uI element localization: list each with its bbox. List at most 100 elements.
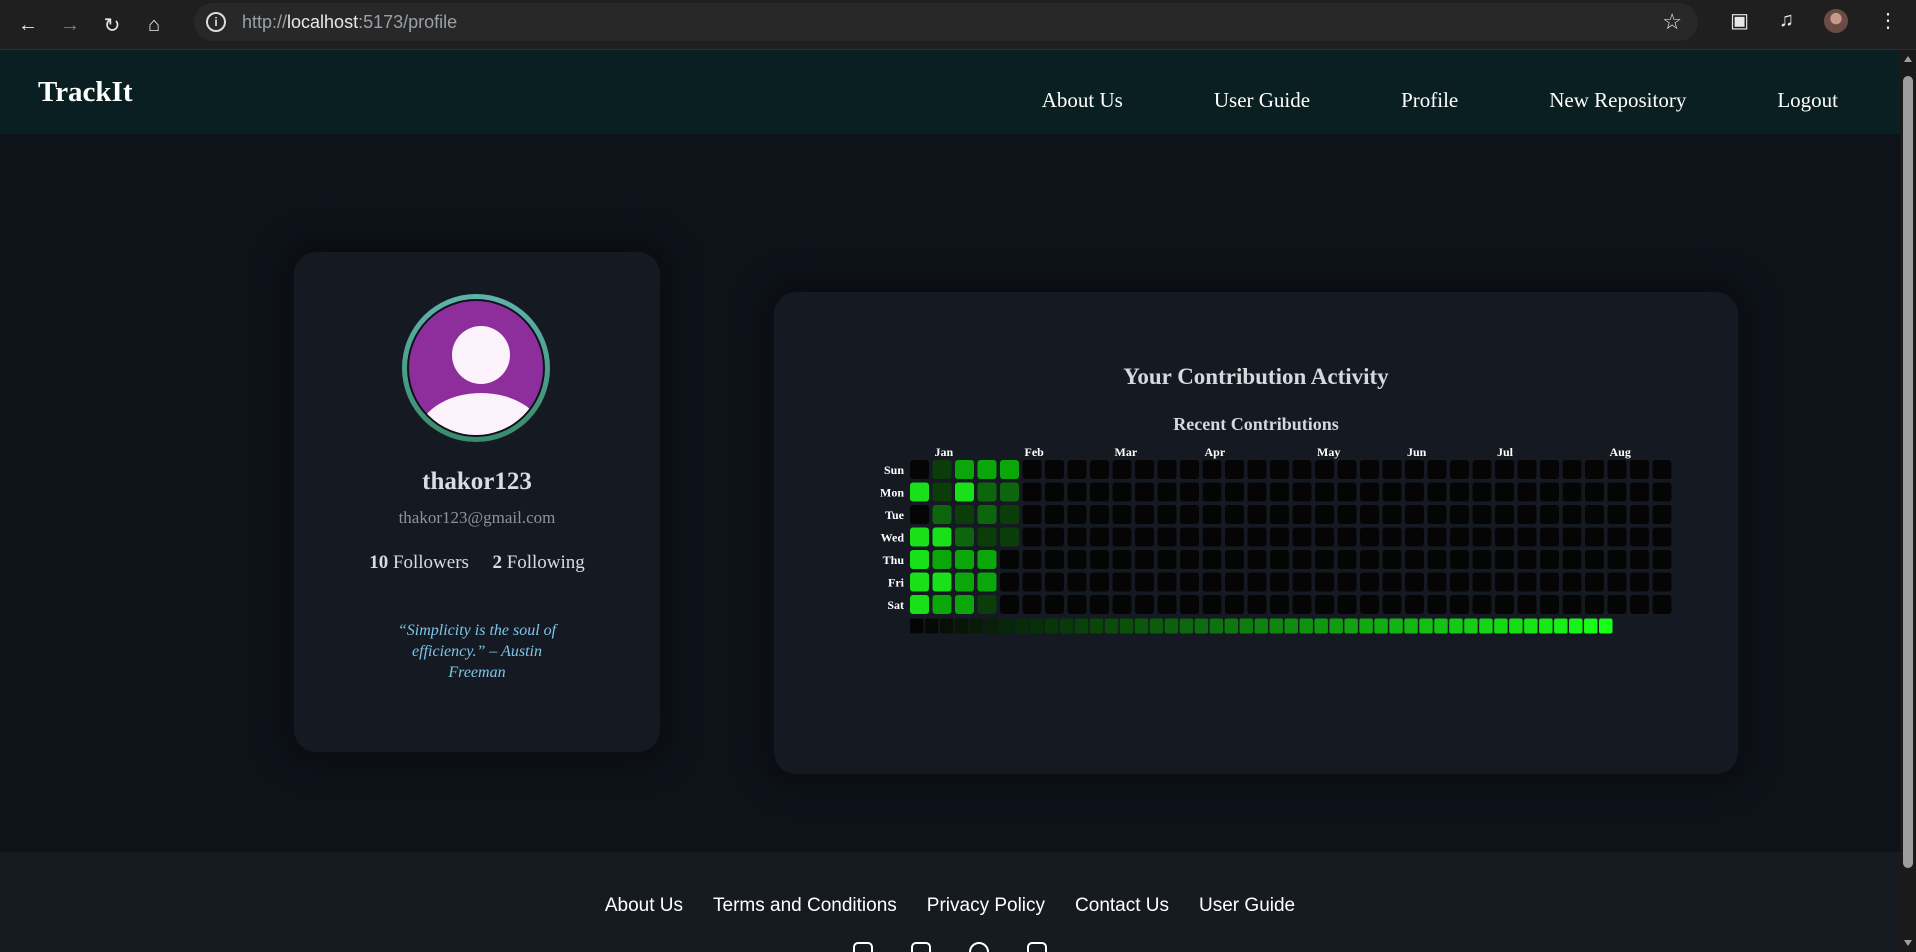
heatmap-cell [1112,482,1132,502]
followers-label[interactable]: Followers [393,552,469,573]
heatmap-cell [1270,550,1289,569]
heatmap-cell [1225,505,1244,524]
heatmap-cell [1607,505,1627,524]
nav-user-guide[interactable]: User Guide [1214,88,1310,113]
heatmap-cell [1337,460,1357,479]
facebook-icon[interactable] [969,942,989,952]
url-text[interactable]: http://localhost:5173/profile [242,12,457,33]
heatmap-cell [1112,572,1132,592]
nav-logout[interactable]: Logout [1777,88,1838,113]
footer-contact[interactable]: Contact Us [1075,895,1169,917]
heatmap-cell [1495,572,1514,592]
heatmap-cell [1000,505,1019,524]
legend-swatch [1179,618,1194,634]
heatmap-cell [1360,527,1379,547]
menu-kebab-icon[interactable]: ⋮ [1878,8,1898,33]
heatmap-cell [1630,595,1649,614]
legend-swatch [1044,618,1059,634]
legend-swatch [1149,618,1164,634]
heatmap-cell [1292,595,1312,614]
legend-swatch [1089,618,1104,634]
legend-swatch [1569,618,1583,634]
reload-icon[interactable]: ↻ [98,11,126,39]
heatmap-cell [1247,460,1267,479]
heatmap-cell [1472,505,1492,524]
heatmap-cell [1090,482,1109,502]
legend-swatch [1389,618,1403,634]
heatmap-cell [1630,550,1649,569]
heatmap-cell [1630,527,1649,547]
scroll-up-arrow-icon[interactable] [1904,56,1912,62]
back-arrow-icon[interactable]: ← [14,11,42,39]
heatmap-cell [1630,482,1649,502]
heatmap-cell [1180,527,1199,547]
heatmap-cell [977,482,997,502]
following-label[interactable]: Following [507,552,585,573]
heatmap-cell [1472,572,1492,592]
forward-arrow-icon[interactable]: → [56,11,84,39]
heatmap-cell [1270,595,1289,614]
heatmap-cell [932,460,952,479]
nav-new-repository[interactable]: New Repository [1549,88,1686,113]
heatmap-cell [1585,460,1604,479]
legend-swatch [1254,618,1268,634]
heatmap-cell [1045,572,1064,592]
nav-about-us[interactable]: About Us [1042,88,1123,113]
extensions-icon[interactable]: ▣ [1730,8,1749,33]
brand-logo[interactable]: TrackIt [38,76,133,109]
legend-swatch [1059,618,1074,634]
heatmap-cell [1247,572,1267,592]
heatmap-cell [1630,572,1649,592]
address-bar[interactable]: i http://localhost:5173/profile ☆ [194,3,1698,41]
media-controls-icon[interactable]: ♫ [1779,9,1794,32]
heatmap-cell [1382,505,1402,524]
page-scrollbar[interactable] [1900,50,1916,952]
footer-privacy[interactable]: Privacy Policy [927,895,1045,917]
month-label: Aug [1610,445,1631,459]
heatmap-cell [1337,595,1357,614]
heatmap-cell [932,550,952,569]
heatmap-cell [1405,595,1424,614]
legend-swatch [1404,618,1418,634]
legend-swatch [1344,618,1358,634]
footer-user-guide[interactable]: User Guide [1199,895,1295,917]
heatmap-cell [932,527,952,547]
legend-swatch [1284,618,1298,634]
legend-swatch [1104,618,1119,634]
heatmap-cell [955,460,974,479]
heatmap-cell [1112,505,1132,524]
following-count: 2 [492,552,502,573]
heatmap-cell [1292,482,1312,502]
browser-profile-avatar[interactable] [1824,8,1848,33]
heatmap-cell [1562,595,1582,614]
heatmap-cell [1517,460,1537,479]
heatmap-cell [1067,572,1087,592]
heatmap-cell [932,572,952,592]
scroll-thumb[interactable] [1903,76,1913,868]
heatmap-cell [1180,460,1199,479]
scroll-down-arrow-icon[interactable] [1904,940,1912,946]
instagram-icon[interactable] [853,942,873,952]
heatmap-cell [1562,482,1582,502]
site-info-icon[interactable]: i [206,12,226,32]
heatmap-cell [1270,460,1289,479]
home-icon[interactable]: ⌂ [140,11,168,39]
heatmap-cell [1450,482,1469,502]
heatmap-cell [1585,550,1604,569]
linkedin-icon[interactable] [911,942,931,952]
nav-profile[interactable]: Profile [1401,88,1458,113]
bookmark-star-icon[interactable]: ☆ [1662,9,1682,35]
heatmap-cell [1495,595,1514,614]
footer-terms[interactable]: Terms and Conditions [713,895,897,917]
legend-swatch [954,618,969,634]
youtube-icon[interactable] [1027,942,1047,952]
legend-swatch [1299,618,1313,634]
legend-swatch [1464,618,1478,634]
heatmap-cell [1067,527,1087,547]
footer-about-us[interactable]: About Us [605,895,683,917]
heatmap-cell [1540,572,1559,592]
heatmap-cell [1202,527,1222,547]
heatmap-cell [1315,595,1334,614]
heatmap-cell [1472,482,1492,502]
day-label: Sat [887,598,904,612]
